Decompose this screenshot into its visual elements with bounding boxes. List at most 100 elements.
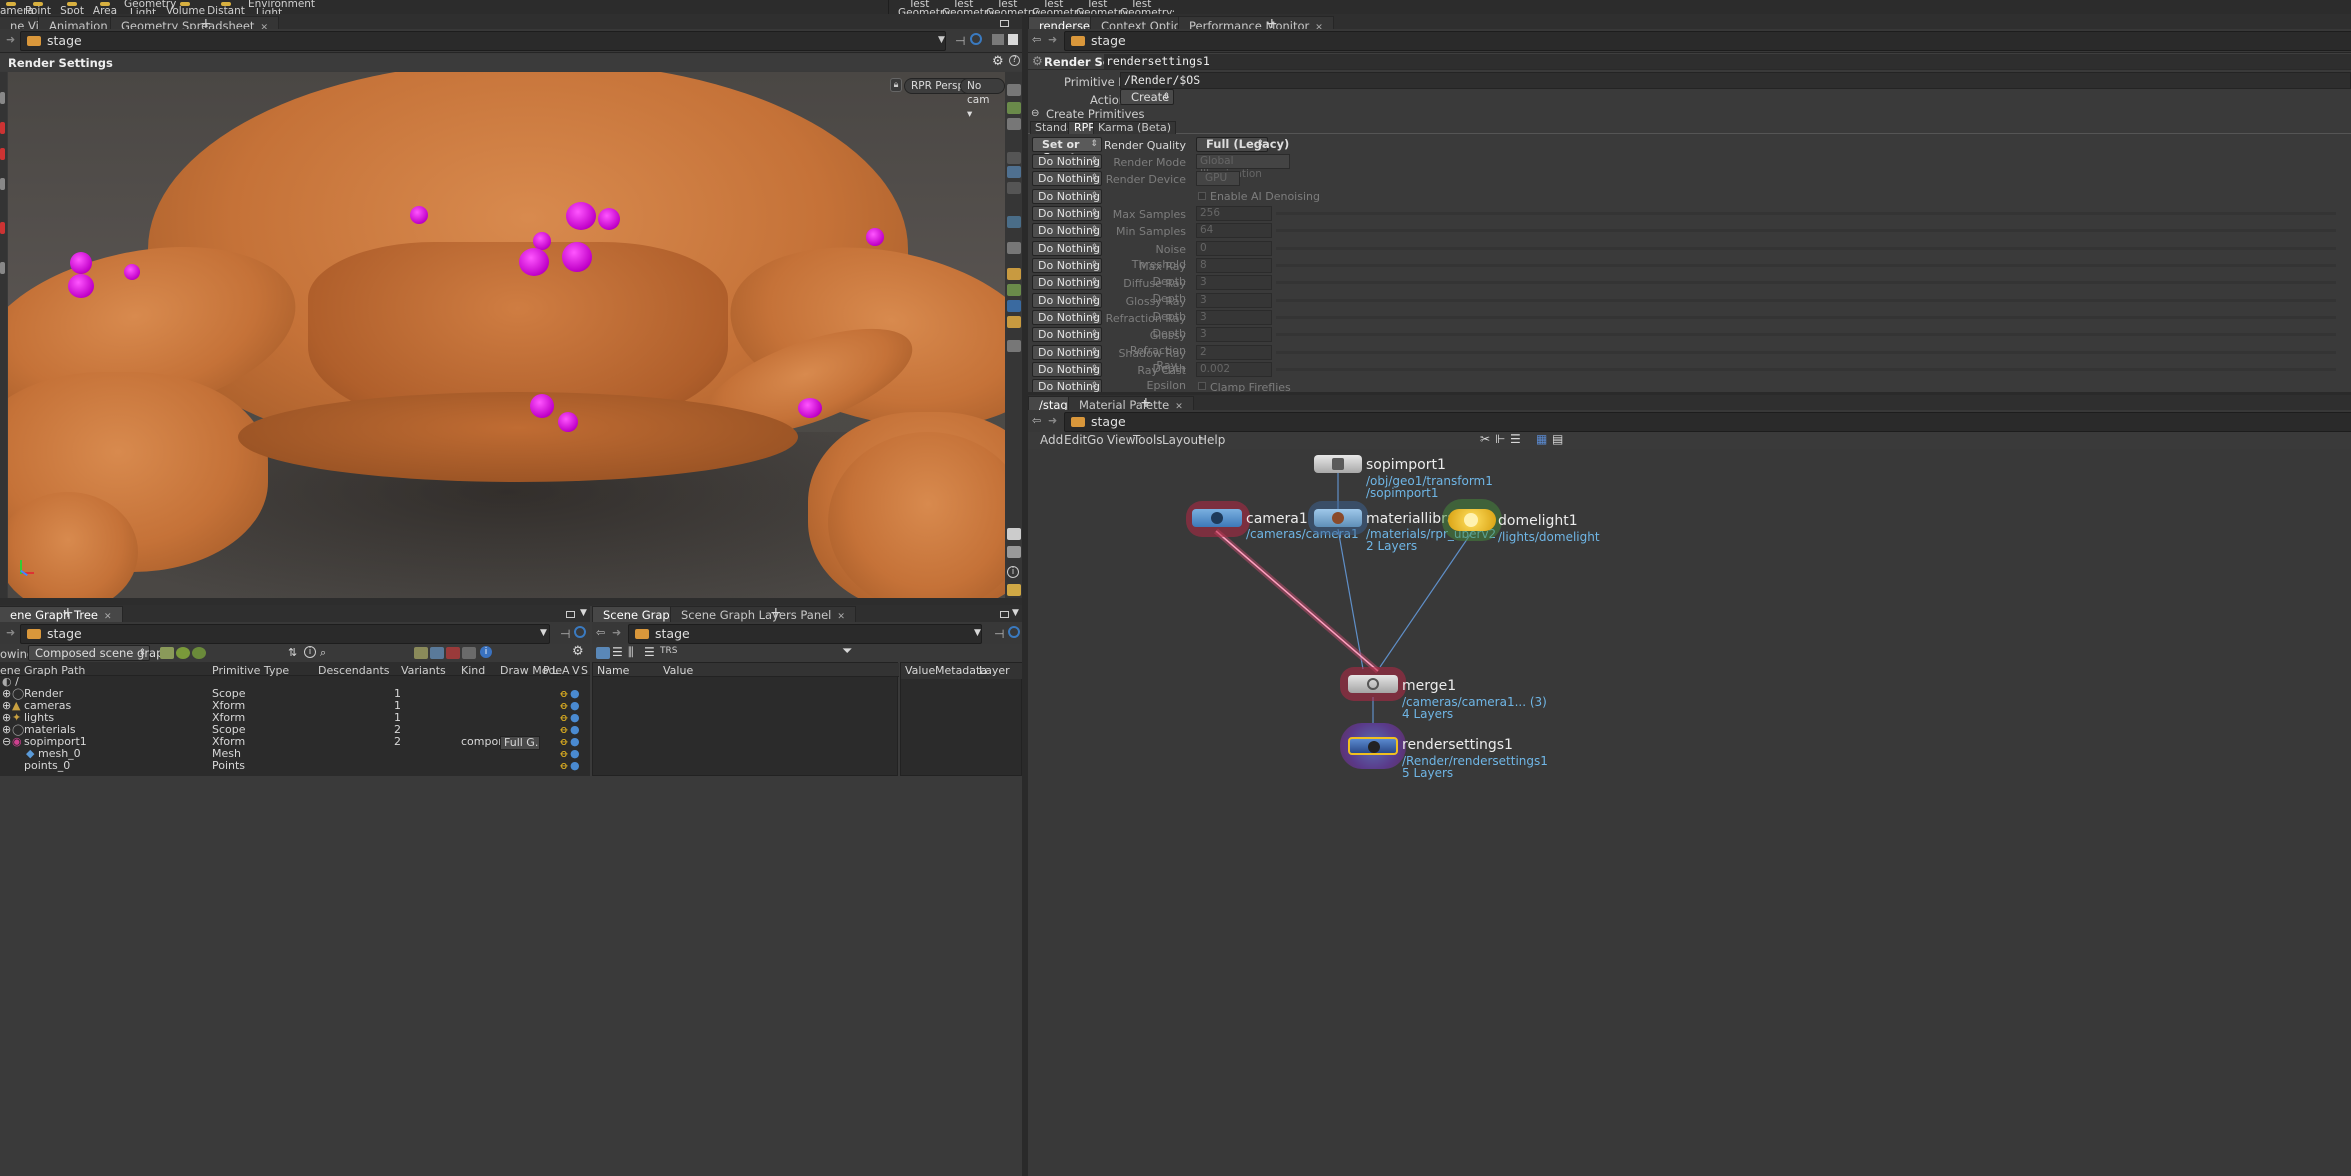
- params-path-field[interactable]: stage: [1064, 31, 2351, 51]
- rotate-tool-icon[interactable]: [0, 148, 5, 160]
- ghost-icon[interactable]: [1007, 182, 1021, 194]
- back-arrow-icon[interactable]: ⇦: [596, 626, 605, 639]
- forward-arrow-icon[interactable]: ➜: [6, 626, 15, 639]
- gear-icon[interactable]: ⚙: [1032, 54, 1043, 68]
- detail-view-icon[interactable]: ▤: [1552, 432, 1563, 446]
- do-nothing-button[interactable]: Do Nothing: [1032, 189, 1102, 204]
- action-dropdown[interactable]: Create ⇕: [1120, 89, 1174, 105]
- do-nothing-button[interactable]: Do Nothing: [1032, 327, 1102, 342]
- visibility-icon[interactable]: ꝋ: [560, 760, 568, 772]
- slider-track[interactable]: [1276, 299, 2336, 302]
- slider-track[interactable]: [1276, 368, 2336, 371]
- min-samples-field[interactable]: 64: [1196, 223, 1272, 238]
- maximize-icon[interactable]: [1008, 34, 1018, 45]
- tools-icon[interactable]: ✂: [1480, 432, 1490, 446]
- node-rendersettings1[interactable]: [1348, 737, 1398, 755]
- menu-layout[interactable]: Layout: [1162, 433, 1203, 447]
- info-icon[interactable]: i: [1007, 566, 1019, 578]
- grid-view-icon[interactable]: ▦: [1536, 432, 1547, 446]
- slider-track[interactable]: [1276, 316, 2336, 319]
- highlight-icon[interactable]: [1007, 316, 1021, 328]
- expand-icon[interactable]: [192, 647, 206, 659]
- menu-tools[interactable]: Tools: [1133, 433, 1163, 447]
- node-name-field[interactable]: rendersettings1: [1104, 54, 2351, 69]
- table-row[interactable]: ⊕ ✦ lights Xform 1 ꝋ ●: [0, 712, 590, 724]
- forward-arrow-icon[interactable]: ➜: [1048, 414, 1057, 427]
- view-tool-icon[interactable]: [0, 262, 5, 274]
- node-materiallibrary1[interactable]: [1314, 509, 1362, 527]
- pin-icon[interactable]: ⊣: [994, 627, 1004, 641]
- network-editor[interactable]: sopimport1 /obj/geo1/transform1 /sopimpo…: [1028, 449, 2351, 1176]
- scale-tool-icon[interactable]: [0, 178, 5, 190]
- slider-track[interactable]: [1276, 351, 2336, 354]
- lighting-icon[interactable]: [1007, 268, 1021, 280]
- tab-value[interactable]: Value: [905, 664, 935, 677]
- table-row[interactable]: ⊕ ▲ cameras Xform 1 ꝋ ●: [0, 700, 590, 712]
- set-or-create-button[interactable]: Set or Create: [1032, 137, 1102, 164]
- menu-view[interactable]: View: [1107, 433, 1135, 447]
- node-sopimport1[interactable]: [1314, 455, 1362, 473]
- help-icon[interactable]: ?: [1009, 55, 1020, 66]
- do-nothing-button[interactable]: Do Nothing: [1032, 154, 1102, 169]
- filter-icon[interactable]: ⏷: [842, 644, 852, 659]
- tab-karma[interactable]: Karma (Beta): [1093, 121, 1176, 134]
- link-icon[interactable]: [970, 33, 982, 45]
- do-nothing-button[interactable]: Do Nothing: [1032, 310, 1102, 325]
- list-icon[interactable]: ☰: [1510, 432, 1521, 446]
- scene-graph-path-field[interactable]: stage: [20, 624, 550, 644]
- tab-scene-graph-layers[interactable]: Scene Graph Layers Panel ✕: [670, 606, 856, 623]
- active-icon[interactable]: ●: [570, 760, 580, 772]
- pin-icon[interactable]: ⊣: [560, 627, 570, 641]
- show-instances-icon[interactable]: [462, 647, 476, 659]
- node-merge1[interactable]: [1348, 675, 1398, 693]
- list-icon[interactable]: ☰: [612, 645, 623, 659]
- slider-track[interactable]: [1276, 229, 2336, 232]
- show-hidden-icon[interactable]: [446, 647, 460, 659]
- lock-icon[interactable]: 🔒︎: [890, 78, 902, 92]
- chevron-down-icon[interactable]: ▼: [974, 628, 981, 638]
- shading-icon[interactable]: [1007, 152, 1021, 164]
- gear-icon[interactable]: ⚙: [992, 54, 1004, 69]
- layout-grid-icon[interactable]: [1007, 584, 1021, 596]
- trs-icon[interactable]: TRS: [660, 646, 677, 656]
- layout-icon[interactable]: [992, 34, 1004, 45]
- render-mode-dropdown[interactable]: Global Illumination: [1196, 154, 1290, 180]
- info-icon[interactable]: i: [304, 646, 316, 658]
- primitive-path-field[interactable]: /Render/$OS: [1120, 72, 2351, 89]
- forward-arrow-icon[interactable]: ➜: [1048, 33, 1057, 46]
- pane-menu-icon[interactable]: [1000, 20, 1009, 27]
- add-tab-icon[interactable]: +: [62, 605, 74, 621]
- columns-icon[interactable]: ⫼: [628, 645, 634, 660]
- link-icon[interactable]: [1008, 626, 1020, 638]
- reflection-icon[interactable]: [1007, 300, 1021, 312]
- column-header-value[interactable]: Value: [663, 664, 693, 677]
- add-tab-icon[interactable]: +: [1140, 395, 1152, 411]
- node-domelight1[interactable]: [1448, 509, 1496, 531]
- network-path-field[interactable]: stage: [1064, 412, 2351, 432]
- snapshot-icon[interactable]: [1007, 546, 1021, 558]
- cam-menu-button[interactable]: No cam ▾: [960, 78, 1005, 120]
- show-inactive-icon[interactable]: [430, 647, 444, 659]
- do-nothing-button[interactable]: Do Nothing: [1032, 258, 1102, 273]
- chevron-down-icon[interactable]: ▼: [580, 608, 587, 618]
- slider-track[interactable]: [1276, 264, 2336, 267]
- handle-tool-icon[interactable]: [0, 222, 5, 234]
- do-nothing-button[interactable]: Do Nothing: [1032, 345, 1102, 360]
- chevron-down-icon[interactable]: ▼: [1012, 608, 1019, 618]
- table-row[interactable]: ◆ mesh_0 Mesh ꝋ ●: [0, 748, 590, 760]
- background-icon[interactable]: [1007, 340, 1021, 352]
- slider-track[interactable]: [1276, 333, 2336, 336]
- pin-icon[interactable]: ⊣: [955, 34, 965, 48]
- menu-go[interactable]: Go: [1087, 433, 1104, 447]
- noise-threshold-field[interactable]: 0: [1196, 241, 1272, 256]
- close-icon[interactable]: ✕: [104, 612, 112, 622]
- pane-menu-icon[interactable]: [566, 611, 575, 618]
- node-camera1[interactable]: [1192, 509, 1242, 527]
- link-icon[interactable]: [574, 626, 586, 638]
- viewer-path-field[interactable]: stage: [20, 31, 946, 51]
- collapse-icon[interactable]: ⊖: [1031, 108, 1039, 119]
- do-nothing-button[interactable]: Do Nothing: [1032, 171, 1102, 186]
- wireframe-icon[interactable]: [1007, 166, 1021, 178]
- 3d-viewport[interactable]: 🔒︎ RPR Persp ▾ No cam ▾: [8, 72, 1005, 598]
- gear-icon[interactable]: ⚙: [572, 644, 584, 659]
